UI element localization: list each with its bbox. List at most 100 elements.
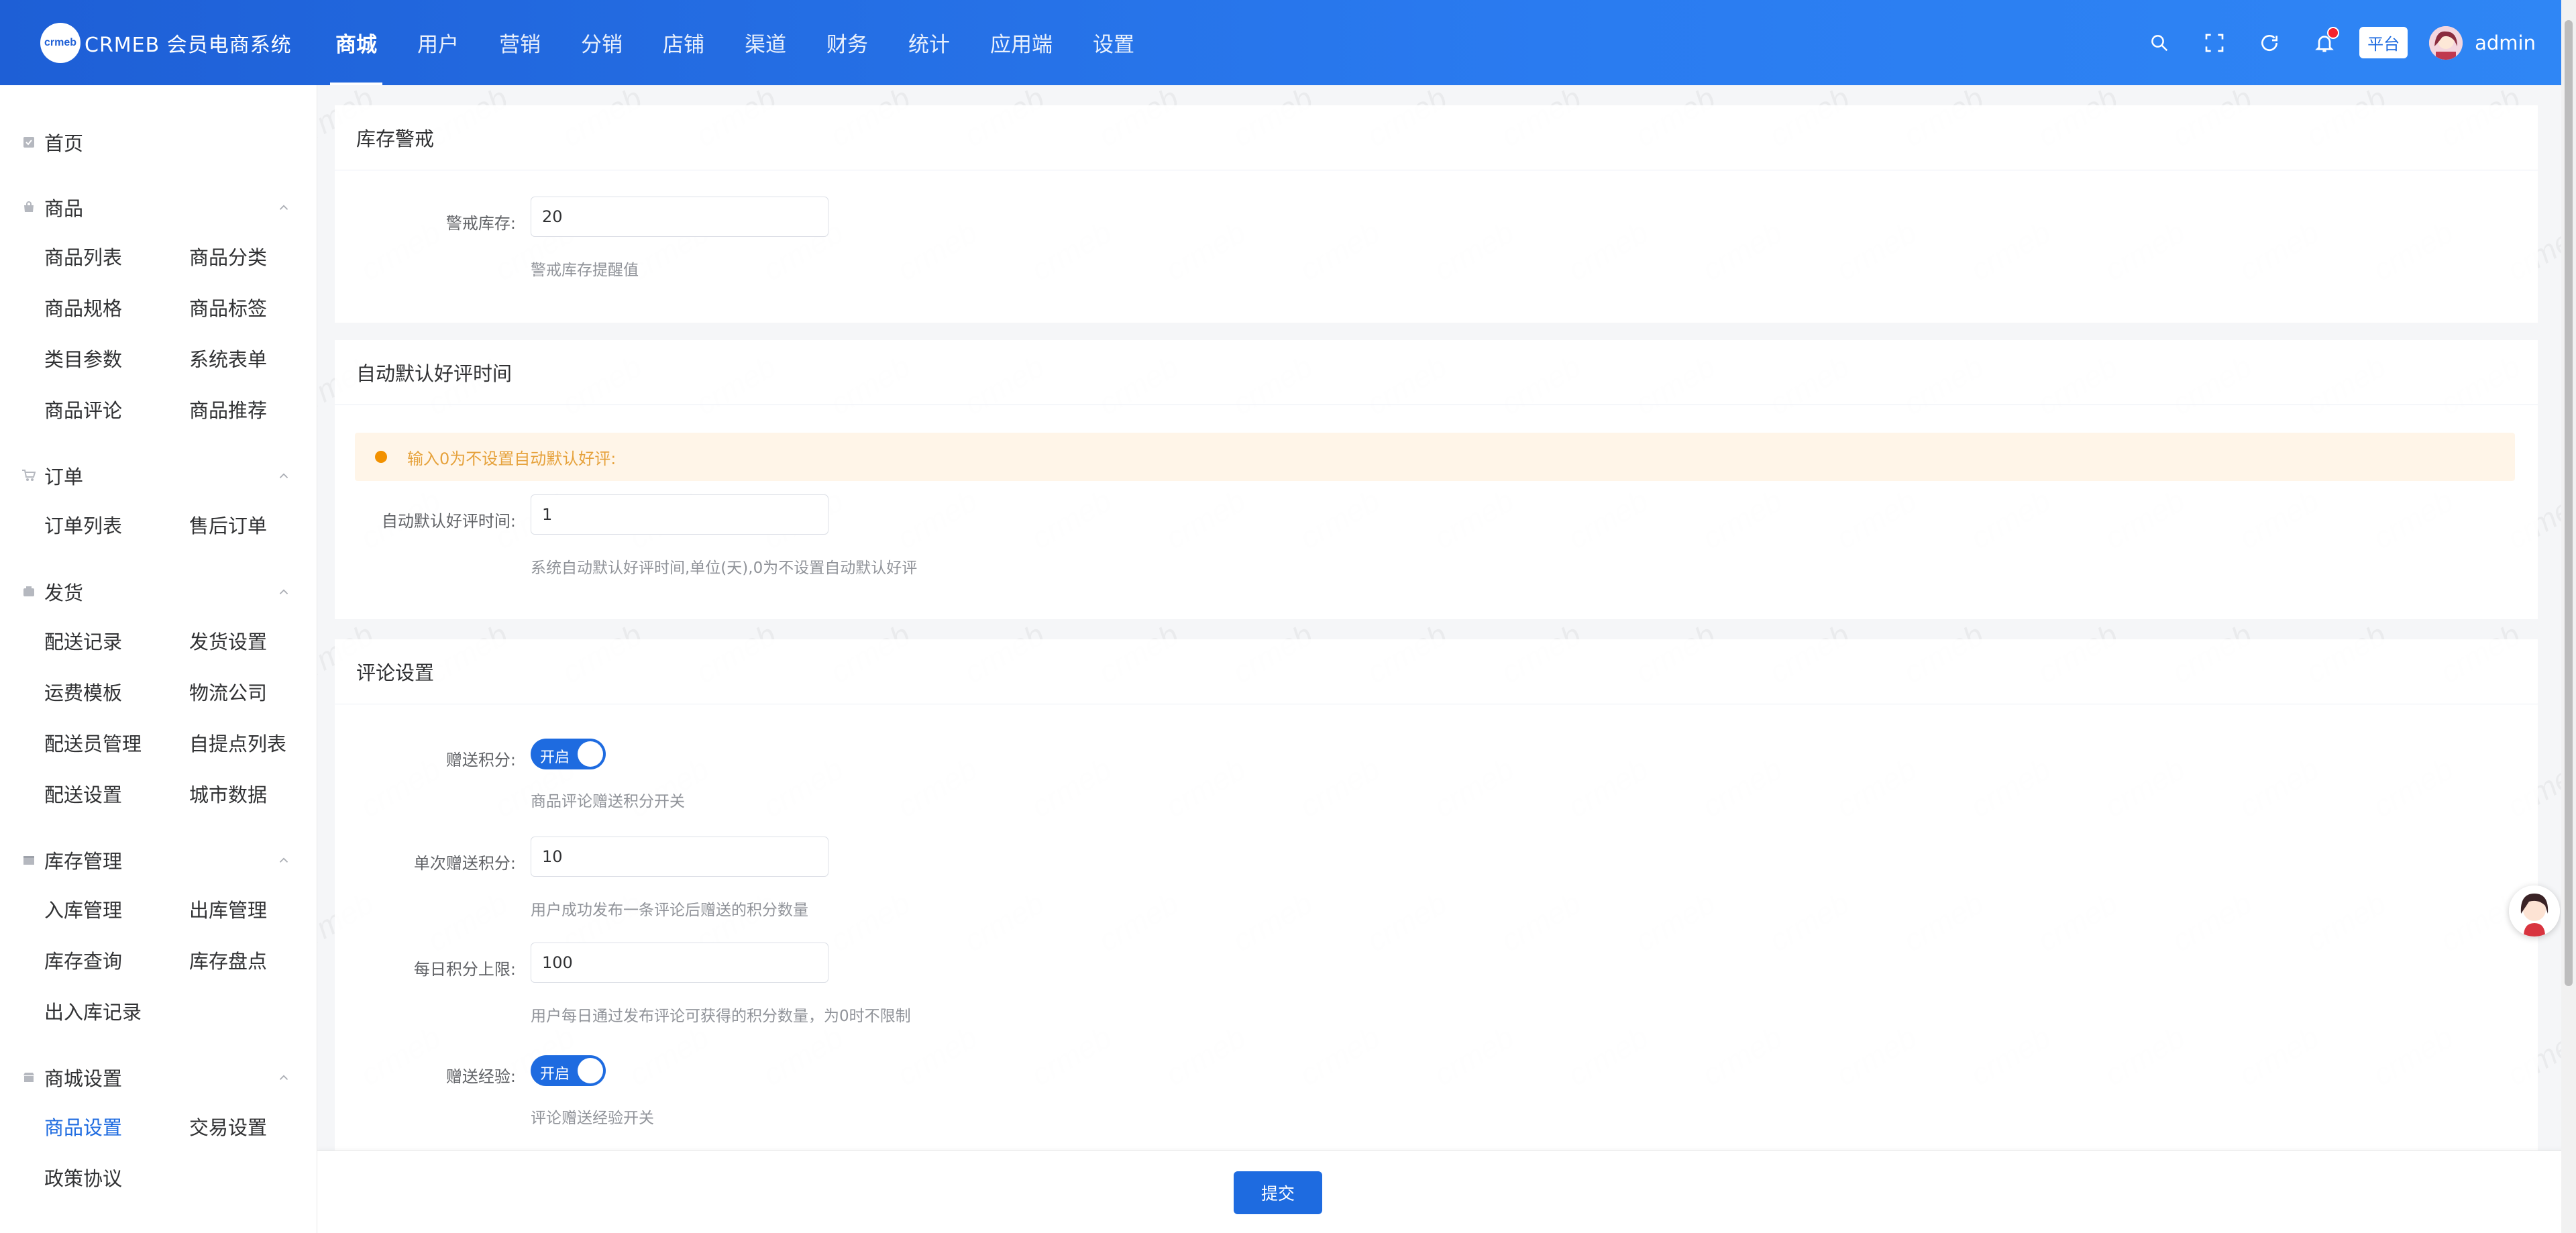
topnav-item-channel[interactable]: 渠道 [724,0,806,85]
gift-points-switch[interactable]: 开启 [531,739,606,769]
gift-exp-help: 评论赠送经验开关 [531,1110,654,1127]
sidebar-item-stock-records[interactable]: 出入库记录 [44,985,189,1036]
sidebar-item-category-params[interactable]: 类目参数 [44,333,189,384]
auto-review-help: 系统自动默认好评时间,单位(天),0为不设置自动默认好评 [531,559,918,577]
sidebar-item-delivery-settings[interactable]: 发货设置 [189,615,334,666]
sidebar-item-goods-spec[interactable]: 商品规格 [44,282,189,333]
sidebar-item-city-data[interactable]: 城市数据 [189,768,334,819]
notification-bell-icon[interactable] [2311,26,2340,56]
card-review-settings: 评论设置 赠送积分: 开启 商品评论赠送积分开关 单次赠送积分: 用户成功发布一… [335,639,2538,1233]
sidebar-item-delivery-record[interactable]: 配送记录 [44,615,189,666]
sidebar-item-shipping-template[interactable]: 运费模板 [44,666,189,717]
sidebar-group-mall-settings[interactable]: 商城设置 [0,1054,317,1101]
topnav-item-user[interactable]: 用户 [397,0,479,85]
user-name[interactable]: admin [2475,32,2536,54]
gift-exp-switch[interactable]: 开启 [531,1055,606,1086]
card-auto-review: 自动默认好评时间 输入0为不设置自动默认好评: 自动默认好评时间: 系统自动默认… [335,340,2538,619]
topnav-item-store[interactable]: 店铺 [643,0,724,85]
cart-icon [21,468,36,483]
sidebar-item-trade-settings[interactable]: 交易设置 [189,1101,334,1152]
sidebar-group-delivery[interactable]: 发货 [0,568,317,615]
chevron-up-icon[interactable] [276,200,291,215]
sidebar-section-mall-settings: 商城设置 商品设置 交易设置 政策协议 [0,1054,317,1203]
sidebar-item-home[interactable]: 首页 [0,119,317,166]
gift-points-help: 商品评论赠送积分开关 [531,793,685,810]
warehouse-icon [21,853,36,867]
chevron-up-icon[interactable] [276,584,291,599]
form-row-daily-points: 每日积分上限: [335,943,828,983]
platform-tag[interactable]: 平台 [2359,27,2408,58]
topnav-item-marketing[interactable]: 营销 [479,0,561,85]
fullscreen-icon[interactable] [2201,30,2228,56]
sidebar-item-goods-recommend[interactable]: 商品推荐 [189,384,334,435]
topnav-item-app[interactable]: 应用端 [970,0,1073,85]
header-toolbar: 平台 admin [2118,0,2536,85]
sidebar-item-goods-list[interactable]: 商品列表 [44,231,189,282]
sidebar-group-stock[interactable]: 库存管理 [0,837,317,883]
topnav-item-settings[interactable]: 设置 [1073,0,1155,85]
top-header: crmeb CRMEB 会员电商系统 商城 用户 营销 分销 店铺 渠道 财务 … [0,0,2576,85]
sidebar-item-system-form[interactable]: 系统表单 [189,333,334,384]
sidebar-item-courier-management[interactable]: 配送员管理 [44,717,189,768]
footer-bar: 提交 [317,1150,2576,1233]
sidebar: 首页 商品 商品列表 商品分类 商品规格 商品标签 类目参数 系统表单 商品评论… [0,85,317,1233]
stock-warning-input[interactable] [531,197,828,237]
auto-review-input[interactable] [531,494,828,535]
stock-warning-label: 警戒库存: [445,214,516,233]
form-row-stock-warning: 警戒库存: [335,197,828,237]
sidebar-item-goods-review[interactable]: 商品评论 [44,384,189,435]
sidebar-group-goods[interactable]: 商品 [0,184,317,231]
sidebar-item-order-list[interactable]: 订单列表 [44,499,189,550]
sidebar-item-logistics-company[interactable]: 物流公司 [189,666,334,717]
home-icon [21,135,36,150]
topnav-item-statistics[interactable]: 统计 [888,0,970,85]
scrollbar-thumb[interactable] [2565,20,2573,986]
sidebar-item-stock-in[interactable]: 入库管理 [44,883,189,934]
sidebar-item-goods-category[interactable]: 商品分类 [189,231,334,282]
avatar[interactable] [2429,25,2463,60]
sidebar-item-aftersale-order[interactable]: 售后订单 [189,499,334,550]
customer-service-avatar[interactable] [2509,886,2560,936]
gift-exp-label: 赠送经验: [445,1067,516,1086]
single-points-input[interactable] [531,837,828,877]
topnav-item-finance[interactable]: 财务 [806,0,888,85]
switch-text: 开启 [540,749,570,766]
shop-icon [21,200,36,215]
card-title: 库存警戒 [335,105,2538,170]
sidebar-item-stock-query[interactable]: 库存查询 [44,934,189,985]
sidebar-item-policy-agreement[interactable]: 政策协议 [44,1152,189,1203]
sidebar-group-label: 发货 [44,582,84,604]
brand-logo[interactable]: crmeb CRMEB 会员电商系统 [40,23,292,63]
submit-button[interactable]: 提交 [1234,1171,1322,1214]
form-row-gift-exp: 赠送经验: 开启 [335,1050,606,1087]
single-points-help: 用户成功发布一条评论后赠送的积分数量 [531,902,808,919]
daily-points-input[interactable] [531,943,828,983]
sidebar-item-stock-out[interactable]: 出库管理 [189,883,334,934]
sidebar-item-pickup-list[interactable]: 自提点列表 [189,717,334,768]
topnav-item-distribution[interactable]: 分销 [561,0,643,85]
sidebar-section-stock: 库存管理 入库管理 出库管理 库存查询 库存盘点 出入库记录 [0,837,317,1036]
auto-review-label: 自动默认好评时间: [381,512,516,531]
main-content: crmebcrmebcrmebcrmebcrmebcrmebcrmebcrmeb… [317,85,2576,1233]
sidebar-item-goods-settings[interactable]: 商品设置 [44,1101,189,1152]
topnav-item-mall[interactable]: 商城 [315,0,397,85]
sidebar-item-goods-tag[interactable]: 商品标签 [189,282,334,333]
gift-points-label: 赠送积分: [445,751,516,769]
switch-knob [578,741,603,767]
sidebar-section-goods: 商品 商品列表 商品分类 商品规格 商品标签 类目参数 系统表单 商品评论 商品… [0,184,317,435]
chevron-up-icon[interactable] [276,468,291,483]
card-stock-warning: 库存警戒 警戒库存: 警戒库存提醒值 [335,105,2538,323]
daily-points-label: 每日积分上限: [413,960,516,979]
page-scrollbar[interactable] [2561,0,2576,1233]
store-icon [21,1070,36,1085]
chevron-up-icon[interactable] [276,853,291,867]
sidebar-item-stock-check[interactable]: 库存盘点 [189,934,334,985]
search-icon[interactable] [2146,30,2173,56]
refresh-icon[interactable] [2256,30,2283,56]
form-row-single-points: 单次赠送积分: [335,837,828,877]
single-points-label: 单次赠送积分: [413,854,516,873]
chevron-up-icon[interactable] [276,1070,291,1085]
sidebar-group-order[interactable]: 订单 [0,452,317,499]
sidebar-item-dispatch-settings[interactable]: 配送设置 [44,768,189,819]
card-title: 评论设置 [335,639,2538,704]
